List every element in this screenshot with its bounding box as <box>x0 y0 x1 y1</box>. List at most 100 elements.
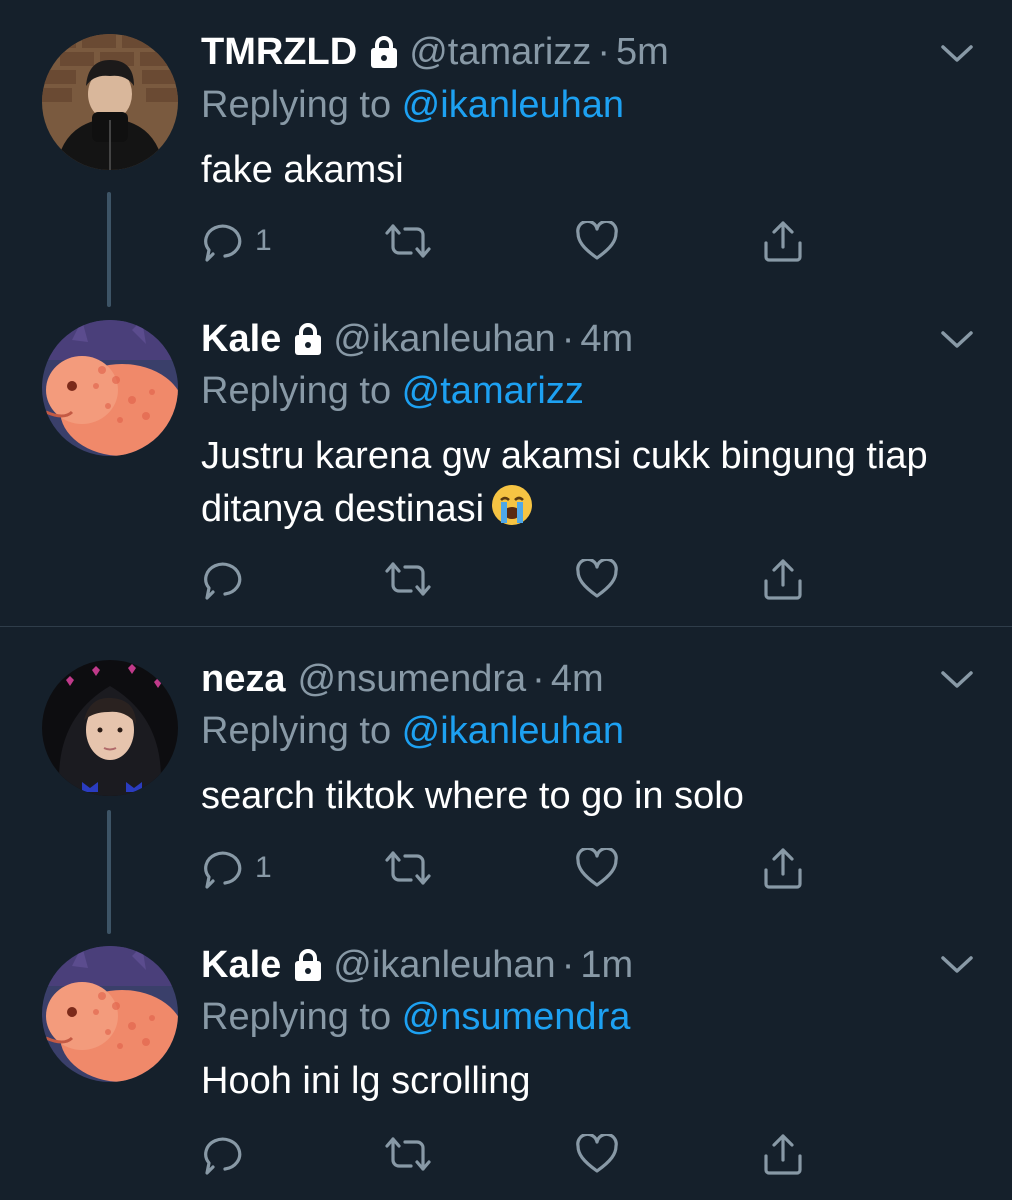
like-button[interactable] <box>575 843 619 893</box>
reply-icon <box>204 851 242 889</box>
lock-icon <box>369 35 399 69</box>
tweet-text: search tiktok where to go in solo <box>201 770 961 823</box>
retweet-icon <box>385 851 431 885</box>
reply-icon <box>204 1137 242 1175</box>
reply-icon <box>204 224 242 262</box>
loudly-crying-face-icon <box>490 483 534 527</box>
tweet-header: Kale @ikanleuhan · 1m <box>201 941 633 989</box>
chevron-down-icon[interactable] <box>940 955 974 975</box>
user-handle[interactable]: @ikanleuhan <box>333 318 555 361</box>
display-name[interactable]: Kale <box>201 944 281 987</box>
person-hoodie-avatar-icon <box>42 660 178 796</box>
tweet-text-content: search tiktok where to go in solo <box>201 775 744 817</box>
share-icon <box>764 221 802 262</box>
share-button[interactable] <box>761 554 805 604</box>
tweet-text-content: fake akamsi <box>201 149 404 191</box>
tweet-header: neza @nsumendra · 4m <box>201 655 604 703</box>
reply-button[interactable]: 1 <box>203 216 272 266</box>
orange-fish-avatar-icon <box>42 946 178 1082</box>
mention-link[interactable]: @ikanleuhan <box>402 710 624 752</box>
display-name[interactable]: Kale <box>201 318 281 361</box>
reply-count: 1 <box>255 851 272 884</box>
avatar-neza[interactable] <box>42 660 178 796</box>
replying-to: Replying to @tamarizz <box>201 370 584 413</box>
person-black-jacket-avatar-icon <box>42 34 178 170</box>
tweet-actions: 1 <box>203 843 813 893</box>
replying-to-label: Replying to <box>201 84 402 126</box>
avatar-kale[interactable] <box>42 946 178 1082</box>
like-button[interactable] <box>575 554 619 604</box>
reply-button[interactable] <box>203 1129 255 1179</box>
tweet-text-content: Justru karena gw akamsi cukk bingung tia… <box>201 435 928 530</box>
share-icon <box>764 559 802 600</box>
tweet-text: fake akamsi <box>201 144 961 197</box>
user-handle[interactable]: @ikanleuhan <box>333 944 555 987</box>
heart-icon <box>576 559 618 598</box>
tweet-3[interactable]: neza @nsumendra · 4m Replying to @ikanle… <box>0 627 1012 937</box>
retweet-icon <box>385 224 431 258</box>
tweet-text: Hooh ini lg scrolling <box>201 1055 961 1108</box>
orange-fish-avatar-icon <box>42 320 178 456</box>
tweet-text: Justru karena gw akamsi cukk bingung tia… <box>201 430 961 536</box>
reply-icon <box>204 562 242 600</box>
retweet-icon <box>385 1137 431 1171</box>
mention-link[interactable]: @tamarizz <box>402 370 584 412</box>
heart-icon <box>576 848 618 887</box>
chevron-down-icon[interactable] <box>940 330 974 350</box>
avatar-kale[interactable] <box>42 320 178 456</box>
separator-dot: · <box>561 943 575 986</box>
tweet-header: Kale @ikanleuhan · 4m <box>201 315 633 363</box>
lock-icon <box>293 948 323 982</box>
like-button[interactable] <box>575 1129 619 1179</box>
display-name[interactable]: TMRZLD <box>201 31 357 74</box>
tweet-4[interactable]: Kale @ikanleuhan · 1m Replying to @nsume… <box>0 937 1012 1200</box>
share-icon <box>764 1134 802 1175</box>
thread-line <box>107 192 111 307</box>
tweet-actions <box>203 1129 813 1179</box>
replying-to: Replying to @ikanleuhan <box>201 710 624 753</box>
chevron-down-icon[interactable] <box>940 44 974 64</box>
share-button[interactable] <box>761 843 805 893</box>
timestamp[interactable]: 5m <box>616 31 669 74</box>
heart-icon <box>576 1134 618 1173</box>
share-button[interactable] <box>761 1129 805 1179</box>
replying-to: Replying to @ikanleuhan <box>201 84 624 127</box>
reply-count: 1 <box>255 224 272 257</box>
reply-button[interactable]: 1 <box>203 843 272 893</box>
retweet-button[interactable] <box>383 554 433 604</box>
thread-line <box>107 810 111 934</box>
user-handle[interactable]: @tamarizz <box>409 31 591 74</box>
replying-to-label: Replying to <box>201 710 402 752</box>
tweet-header: TMRZLD @tamarizz · 5m <box>201 28 669 76</box>
display-name[interactable]: neza <box>201 658 285 701</box>
separator-dot: · <box>532 657 545 700</box>
like-button[interactable] <box>575 216 619 266</box>
tweet-actions: 1 <box>203 216 813 266</box>
timestamp[interactable]: 1m <box>580 944 633 987</box>
separator-dot: · <box>597 30 610 73</box>
replying-to-label: Replying to <box>201 370 402 412</box>
lock-icon <box>293 322 323 356</box>
replying-to-label: Replying to <box>201 996 402 1038</box>
mention-link[interactable]: @nsumendra <box>402 996 631 1038</box>
heart-icon <box>576 221 618 260</box>
chevron-down-icon[interactable] <box>940 670 974 690</box>
timestamp[interactable]: 4m <box>551 658 604 701</box>
user-handle[interactable]: @nsumendra <box>297 658 526 701</box>
retweet-icon <box>385 562 431 596</box>
tweet-1[interactable]: TMRZLD @tamarizz · 5m Replying to @ikanl… <box>0 0 1012 310</box>
tweet-text-content: Hooh ini lg scrolling <box>201 1060 531 1102</box>
share-icon <box>764 848 802 889</box>
replying-to: Replying to @nsumendra <box>201 996 630 1039</box>
tweet-actions <box>203 554 813 604</box>
timestamp[interactable]: 4m <box>580 318 633 361</box>
avatar-tmrzld[interactable] <box>42 34 178 170</box>
retweet-button[interactable] <box>383 216 433 266</box>
mention-link[interactable]: @ikanleuhan <box>402 84 624 126</box>
reply-button[interactable] <box>203 554 255 604</box>
tweet-2[interactable]: Kale @ikanleuhan · 4m Replying to @tamar… <box>0 310 1012 626</box>
retweet-button[interactable] <box>383 843 433 893</box>
share-button[interactable] <box>761 216 805 266</box>
retweet-button[interactable] <box>383 1129 433 1179</box>
separator-dot: · <box>561 317 575 360</box>
